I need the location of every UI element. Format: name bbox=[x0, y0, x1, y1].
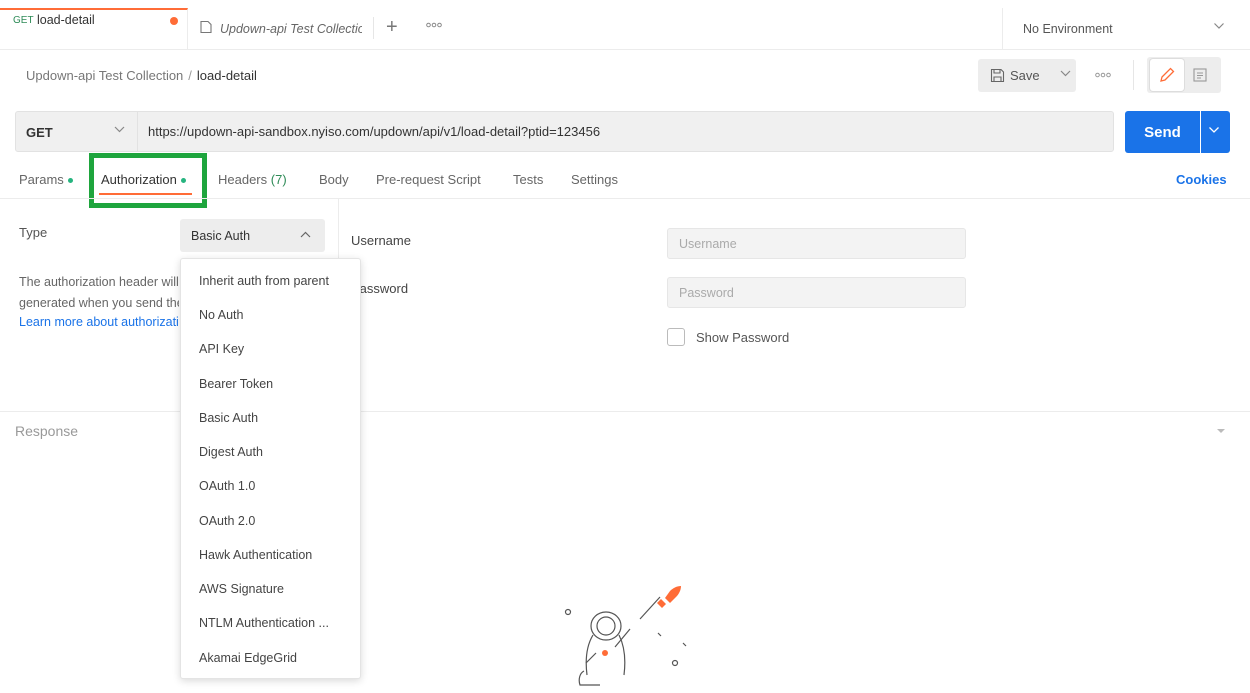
learn-more-link[interactable]: Learn more about authorization bbox=[19, 315, 179, 329]
dropdown-item[interactable]: Bearer Token bbox=[199, 377, 273, 391]
tab-headers-label: Headers bbox=[218, 172, 268, 187]
status-dot-icon bbox=[67, 178, 73, 184]
tab-params[interactable]: Params bbox=[19, 172, 73, 187]
caret-down-icon[interactable] bbox=[1216, 428, 1226, 434]
tab-headers[interactable]: Headers (7) bbox=[218, 172, 287, 187]
show-password-checkbox[interactable] bbox=[667, 328, 685, 346]
username-label: Username bbox=[351, 233, 411, 248]
tab-method-badge: GET bbox=[13, 15, 34, 26]
breadcrumb-separator: / bbox=[188, 68, 192, 83]
auth-description-line: generated when you send the request. bbox=[19, 296, 179, 310]
save-icon bbox=[990, 68, 1005, 83]
dropdown-item[interactable]: Basic Auth bbox=[199, 411, 258, 425]
pencil-icon[interactable] bbox=[1158, 66, 1176, 84]
breadcrumb-collection[interactable]: Updown-api Test Collection bbox=[26, 68, 183, 83]
chevron-up-icon[interactable] bbox=[300, 231, 311, 238]
tabs-divider bbox=[0, 198, 1250, 199]
password-input[interactable] bbox=[667, 277, 966, 308]
dropdown-item[interactable]: AWS Signature bbox=[199, 582, 284, 596]
tab-prerequest-script[interactable]: Pre-request Script bbox=[376, 172, 481, 187]
chevron-down-icon[interactable] bbox=[114, 126, 125, 133]
tab-title[interactable]: load-detail bbox=[37, 13, 95, 27]
url-input[interactable] bbox=[148, 118, 1098, 144]
auth-description-line: The authorization header will be automat… bbox=[19, 275, 179, 289]
tab-settings[interactable]: Settings bbox=[571, 172, 618, 187]
dropdown-item[interactable]: Digest Auth bbox=[199, 445, 263, 459]
dropdown-item[interactable]: No Auth bbox=[199, 308, 243, 322]
tab-divider bbox=[373, 17, 374, 39]
dropdown-item[interactable]: NTLM Authentication ... bbox=[199, 616, 329, 630]
response-label: Response bbox=[15, 423, 79, 439]
tab-body[interactable]: Body bbox=[319, 172, 349, 187]
new-tab-plus-icon[interactable]: + bbox=[386, 17, 398, 37]
auth-description: The authorization header will be automat… bbox=[19, 272, 179, 314]
method-value[interactable]: GET bbox=[26, 125, 53, 140]
dropdown-item[interactable]: OAuth 2.0 bbox=[199, 514, 255, 528]
tab-collection[interactable]: Updown-api Test Collection bbox=[220, 22, 362, 36]
auth-type-dropdown: Inherit auth from parent No Auth API Key… bbox=[180, 258, 361, 679]
astronaut-rocket-illustration bbox=[564, 586, 687, 686]
dropdown-item[interactable]: OAuth 1.0 bbox=[199, 479, 255, 493]
environment-selector[interactable]: No Environment bbox=[1023, 22, 1113, 36]
tab-tests[interactable]: Tests bbox=[513, 172, 543, 187]
tab-more-icon[interactable] bbox=[426, 22, 442, 28]
dropdown-item[interactable]: API Key bbox=[199, 342, 244, 356]
dropdown-item[interactable]: Inherit auth from parent bbox=[199, 274, 329, 288]
chevron-down-icon[interactable] bbox=[1213, 22, 1225, 30]
env-divider bbox=[1002, 8, 1003, 49]
toolbar-divider bbox=[1133, 60, 1134, 90]
dropdown-item[interactable]: Akamai EdgeGrid bbox=[199, 651, 297, 665]
save-button-label[interactable]: Save bbox=[1010, 68, 1040, 83]
username-input[interactable] bbox=[667, 228, 966, 259]
method-divider bbox=[137, 112, 138, 151]
cookies-link[interactable]: Cookies bbox=[1176, 172, 1227, 187]
chevron-down-icon[interactable] bbox=[1060, 70, 1071, 77]
highlight-annotation bbox=[89, 153, 207, 208]
breadcrumb: Updown-api Test Collection / load-detail bbox=[26, 68, 257, 83]
unsaved-dot-icon bbox=[170, 17, 178, 25]
send-button[interactable]: Send bbox=[1125, 111, 1200, 153]
auth-type-label: Type bbox=[19, 225, 48, 240]
chevron-down-icon[interactable] bbox=[1208, 126, 1220, 134]
documentation-icon[interactable] bbox=[1192, 67, 1208, 83]
auth-type-value[interactable]: Basic Auth bbox=[191, 229, 250, 243]
collection-doc-icon bbox=[200, 20, 212, 34]
more-options-icon[interactable] bbox=[1095, 72, 1111, 78]
show-password-label[interactable]: Show Password bbox=[696, 330, 789, 345]
dropdown-item[interactable]: Hawk Authentication bbox=[199, 548, 312, 562]
breadcrumb-request[interactable]: load-detail bbox=[197, 68, 257, 83]
tab-params-label: Params bbox=[19, 172, 64, 187]
headers-count: (7) bbox=[270, 172, 287, 187]
